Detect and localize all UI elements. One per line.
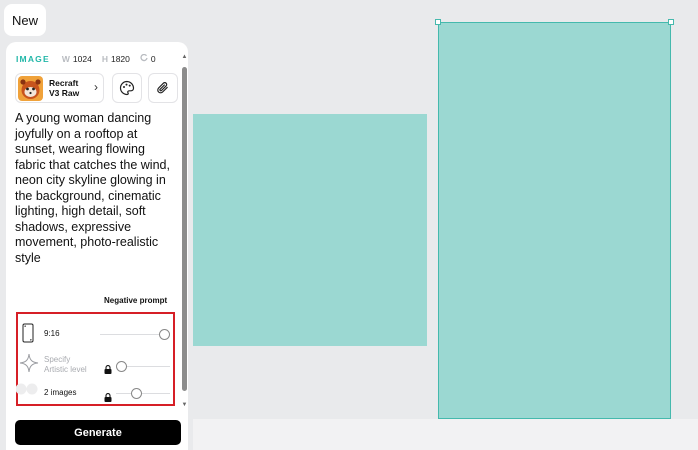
panel-scrollbar[interactable]: ▲ ▼ bbox=[181, 54, 188, 410]
lock-icon bbox=[104, 361, 112, 374]
aspect-ratio-label: 9:16 bbox=[44, 329, 60, 338]
aspect-ratio-row: 9:16 bbox=[18, 321, 173, 347]
image-meta: IMAGE W 1024 H 1820 0 bbox=[16, 53, 166, 64]
canvas-image-placeholder[interactable] bbox=[193, 114, 427, 346]
width-key: W bbox=[61, 54, 70, 64]
scroll-down-arrow-icon[interactable]: ▼ bbox=[181, 402, 188, 408]
seed-value[interactable]: 0 bbox=[151, 54, 156, 64]
width-value[interactable]: 1024 bbox=[73, 54, 92, 64]
prompt-text[interactable]: A young woman dancing joyfully on a roof… bbox=[15, 111, 177, 266]
resize-handle-top-left[interactable] bbox=[435, 19, 441, 25]
aspect-ratio-slider-knob[interactable] bbox=[159, 329, 170, 340]
model-name: Recraft V3 Raw bbox=[49, 78, 79, 98]
artistic-level-label-line2: Artistic level bbox=[44, 365, 87, 374]
image-count-slider[interactable] bbox=[116, 393, 170, 394]
image-count-icon bbox=[15, 381, 40, 402]
artistic-level-row: Specify Artistic level bbox=[18, 351, 173, 377]
canvas-bottom-strip bbox=[193, 419, 698, 450]
height-value[interactable]: 1820 bbox=[111, 54, 130, 64]
paperclip-icon bbox=[157, 82, 168, 94]
image-count-label: 2 images bbox=[44, 388, 77, 397]
palette-icon bbox=[119, 80, 135, 96]
generate-button[interactable]: Generate bbox=[15, 420, 181, 445]
style-palette-button[interactable] bbox=[112, 73, 142, 103]
scrollbar-thumb[interactable] bbox=[182, 67, 187, 391]
negative-prompt-link[interactable]: Negative prompt bbox=[104, 296, 167, 305]
red-panda-avatar bbox=[18, 75, 43, 101]
scroll-up-arrow-icon[interactable]: ▲ bbox=[181, 54, 188, 60]
generation-panel: IMAGE W 1024 H 1820 0 Recraft V3 Raw › A… bbox=[6, 42, 188, 450]
resize-handle-top-right[interactable] bbox=[668, 19, 674, 25]
selected-image-frame[interactable] bbox=[438, 22, 671, 419]
attach-button[interactable] bbox=[148, 73, 178, 103]
portrait-frame-icon bbox=[22, 323, 34, 348]
settings-panel: 9:16 Specify Artistic level 2 images bbox=[15, 312, 175, 406]
image-label: IMAGE bbox=[16, 54, 50, 64]
sparkle-icon bbox=[19, 353, 39, 378]
new-tab[interactable]: New bbox=[4, 4, 46, 36]
image-count-slider-knob[interactable] bbox=[131, 388, 142, 399]
lock-icon bbox=[104, 389, 112, 402]
artistic-level-slider-knob[interactable] bbox=[116, 361, 127, 372]
model-selector[interactable]: Recraft V3 Raw › bbox=[15, 73, 104, 103]
chevron-right-icon: › bbox=[94, 80, 98, 94]
model-name-line2: V3 Raw bbox=[49, 88, 80, 98]
artistic-level-label: Specify Artistic level bbox=[44, 355, 87, 375]
model-name-line1: Recraft bbox=[49, 78, 79, 88]
new-tab-label: New bbox=[11, 12, 38, 28]
image-count-row: 2 images bbox=[15, 380, 173, 406]
height-key: H bbox=[101, 54, 108, 64]
seed-icon bbox=[140, 53, 148, 64]
artistic-level-label-line1: Specify bbox=[44, 355, 71, 364]
